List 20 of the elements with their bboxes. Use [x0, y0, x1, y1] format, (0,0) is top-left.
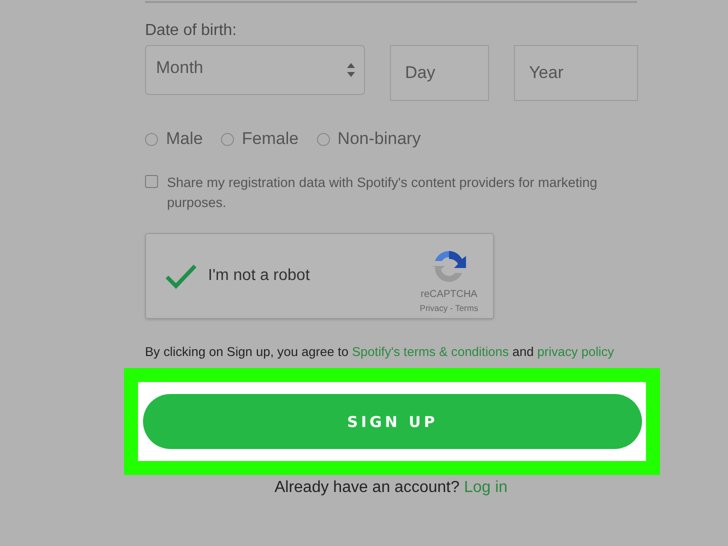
login-prompt: Already have an account? — [274, 479, 460, 496]
terms-link[interactable]: privacy policy — [537, 344, 614, 359]
sort-icon — [347, 62, 355, 78]
checkbox[interactable] — [145, 175, 158, 188]
gender-radio[interactable]: Non-binary — [316, 129, 421, 149]
date-of-birth-label: Date of birth: — [145, 22, 238, 40]
captcha-label: I'm not a robot — [208, 267, 311, 285]
terms-link[interactable]: Spotify's terms & conditions — [352, 344, 509, 359]
share-data-label: Share my registration data with Spotify's content providers for marketing purposes. — [167, 174, 598, 212]
privacy-terms-links[interactable]: Privacy - Terms — [420, 303, 478, 313]
gender-radio[interactable]: Female — [220, 129, 299, 149]
recaptcha-brand: reCAPTCHA — [420, 289, 478, 300]
terms-text: By clicking on Sign up, you agree to Spotify's terms & conditions and privacy policy — [145, 343, 616, 361]
year-field[interactable]: Year — [514, 45, 638, 101]
log-in-link[interactable]: Log in — [464, 479, 508, 496]
day-field[interactable]: Day — [390, 45, 489, 101]
sign-up-button[interactable]: SIGN UP — [143, 394, 642, 449]
gender-radio[interactable]: Male — [145, 129, 203, 149]
month-select[interactable]: Month — [145, 45, 365, 95]
checkmark-icon[interactable] — [164, 263, 198, 289]
